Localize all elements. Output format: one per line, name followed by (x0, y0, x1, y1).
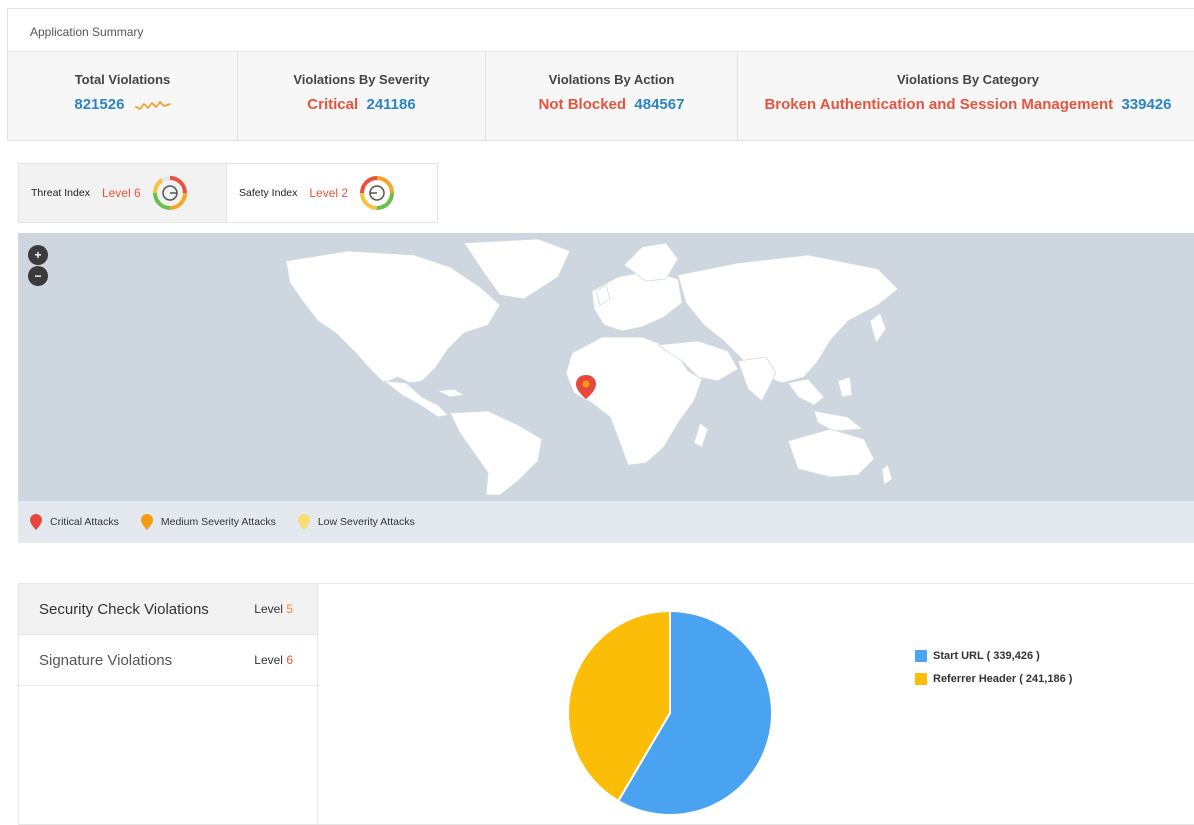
summary-stats: Total Violations 821526 Violations By Se… (8, 52, 1194, 140)
summary-title: Application Summary (8, 9, 1194, 52)
violations-panel: Security Check Violations Level 5 Signat… (18, 583, 1194, 825)
legend-label: Low Severity Attacks (317, 516, 415, 528)
sparkline-icon (134, 101, 171, 110)
threat-index-level: Level 6 (101, 186, 141, 200)
stat-violations-by-severity[interactable]: Violations By Severity Critical 241186 (238, 52, 486, 140)
pie-legend-item-0[interactable]: Start URL ( 339,426 ) (915, 650, 1072, 662)
tab-safety-index[interactable]: Safety Index Level 2 (227, 163, 438, 223)
legend-swatch (915, 673, 927, 685)
threat-gauge-icon (152, 176, 187, 210)
stat-prefix: Broken Authentication and Session Manage… (764, 96, 1114, 113)
index-tabs: Threat Index Level 6 Safety Index Level … (18, 163, 438, 223)
stat-label: Violations By Category (896, 72, 1040, 87)
legend-low-severity-attacks[interactable]: Low Severity Attacks (297, 514, 415, 530)
violations-pie-chart[interactable] (565, 608, 775, 818)
violations-list: Security Check Violations Level 5 Signat… (19, 584, 318, 824)
level-prefix: Level (254, 653, 287, 667)
item-level: Level 5 (254, 602, 293, 616)
security-check-violations-item[interactable]: Security Check Violations Level 5 (19, 584, 317, 635)
signature-violations-item[interactable]: Signature Violations Level 6 (19, 635, 317, 686)
level-number: 6 (286, 653, 293, 667)
map-legend: Critical Attacks Medium Severity Attacks… (18, 501, 1194, 543)
safety-index-level: Level 2 (309, 186, 349, 200)
zoom-in-button[interactable]: + (28, 245, 48, 265)
low-pin-icon (297, 514, 310, 530)
legend-label: Start URL ( 339,426 ) (933, 650, 1040, 662)
stat-total-violations[interactable]: Total Violations 821526 (8, 52, 238, 140)
level-number: 5 (286, 602, 293, 616)
stat-value: 821526 (74, 96, 125, 113)
item-label: Security Check Violations (39, 600, 209, 618)
legend-label: Referrer Header ( 241,186 ) (933, 673, 1073, 685)
stat-label: Violations By Severity (293, 72, 430, 87)
item-label: Signature Violations (39, 651, 173, 669)
stat-prefix: Not Blocked (538, 96, 627, 113)
world-map-land (285, 238, 899, 496)
map-zoom-controls: + − (28, 245, 48, 287)
application-summary-card: Application Summary Total Violations 821… (7, 8, 1194, 141)
pie-legend-item-1[interactable]: Referrer Header ( 241,186 ) (915, 673, 1072, 685)
stat-value: 484567 (634, 96, 685, 113)
safety-index-label: Safety Index (239, 187, 298, 199)
legend-critical-attacks[interactable]: Critical Attacks (30, 514, 119, 530)
critical-pin-icon (30, 514, 42, 530)
legend-medium-severity-attacks[interactable]: Medium Severity Attacks (140, 514, 276, 530)
stat-value: 241186 (366, 96, 416, 113)
tab-threat-index[interactable]: Threat Index Level 6 (18, 163, 227, 223)
stat-value: 339426 (1121, 96, 1172, 113)
threat-index-label: Threat Index (31, 187, 90, 199)
world-map[interactable]: + − (18, 233, 1194, 501)
stat-label: Violations By Action (548, 72, 675, 87)
pie-legend: Start URL ( 339,426 ) Referrer Header ( 2… (915, 650, 1072, 696)
stat-prefix: Critical (307, 96, 359, 113)
legend-label: Critical Attacks (50, 516, 119, 528)
legend-label: Medium Severity Attacks (160, 516, 276, 528)
level-prefix: Level (254, 602, 287, 616)
zoom-out-button[interactable]: − (28, 266, 48, 286)
medium-pin-icon (140, 514, 153, 530)
stat-violations-by-action[interactable]: Violations By Action Not Blocked 484567 (486, 52, 738, 140)
legend-swatch (915, 650, 927, 662)
item-level: Level 6 (254, 653, 293, 667)
stat-label: Total Violations (74, 72, 171, 87)
stat-violations-by-category[interactable]: Violations By Category Broken Authentica… (738, 52, 1194, 140)
safety-gauge-icon (360, 176, 395, 210)
